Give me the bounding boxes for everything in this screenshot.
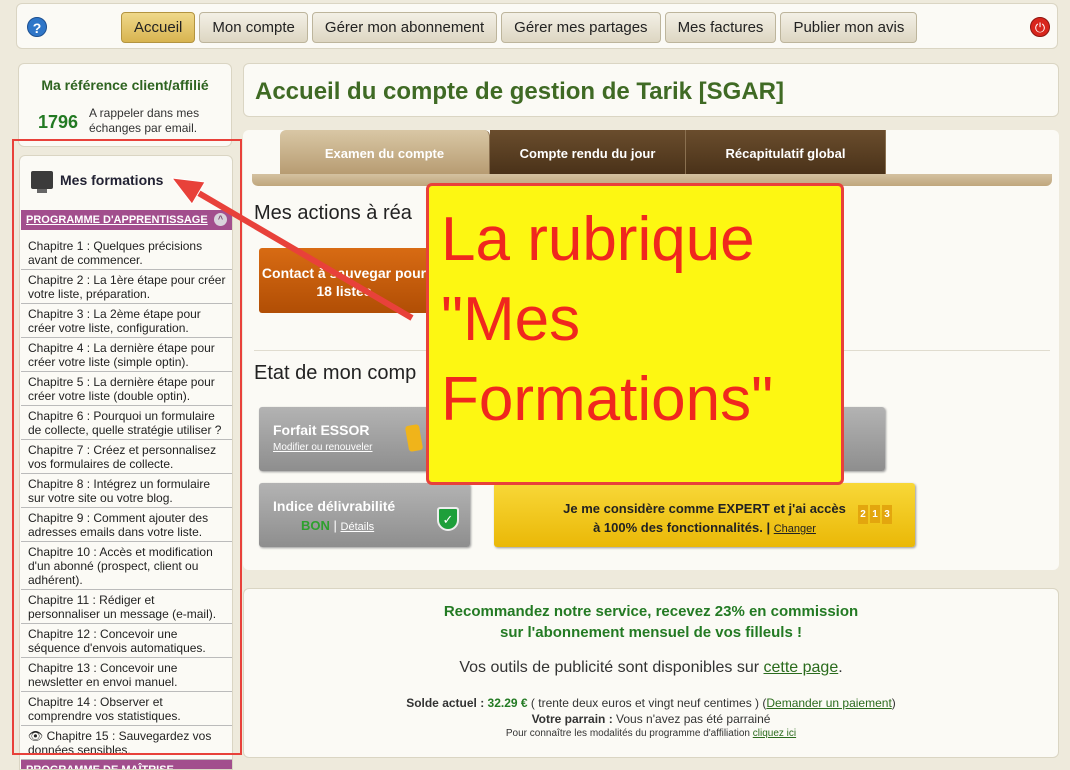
callout-line2: "Mes [441, 285, 581, 354]
annotation-callout: La rubrique "Mes Formations" [426, 183, 844, 485]
callout-line3: Formations" [441, 365, 774, 434]
callout-line1: La rubrique [441, 205, 755, 274]
